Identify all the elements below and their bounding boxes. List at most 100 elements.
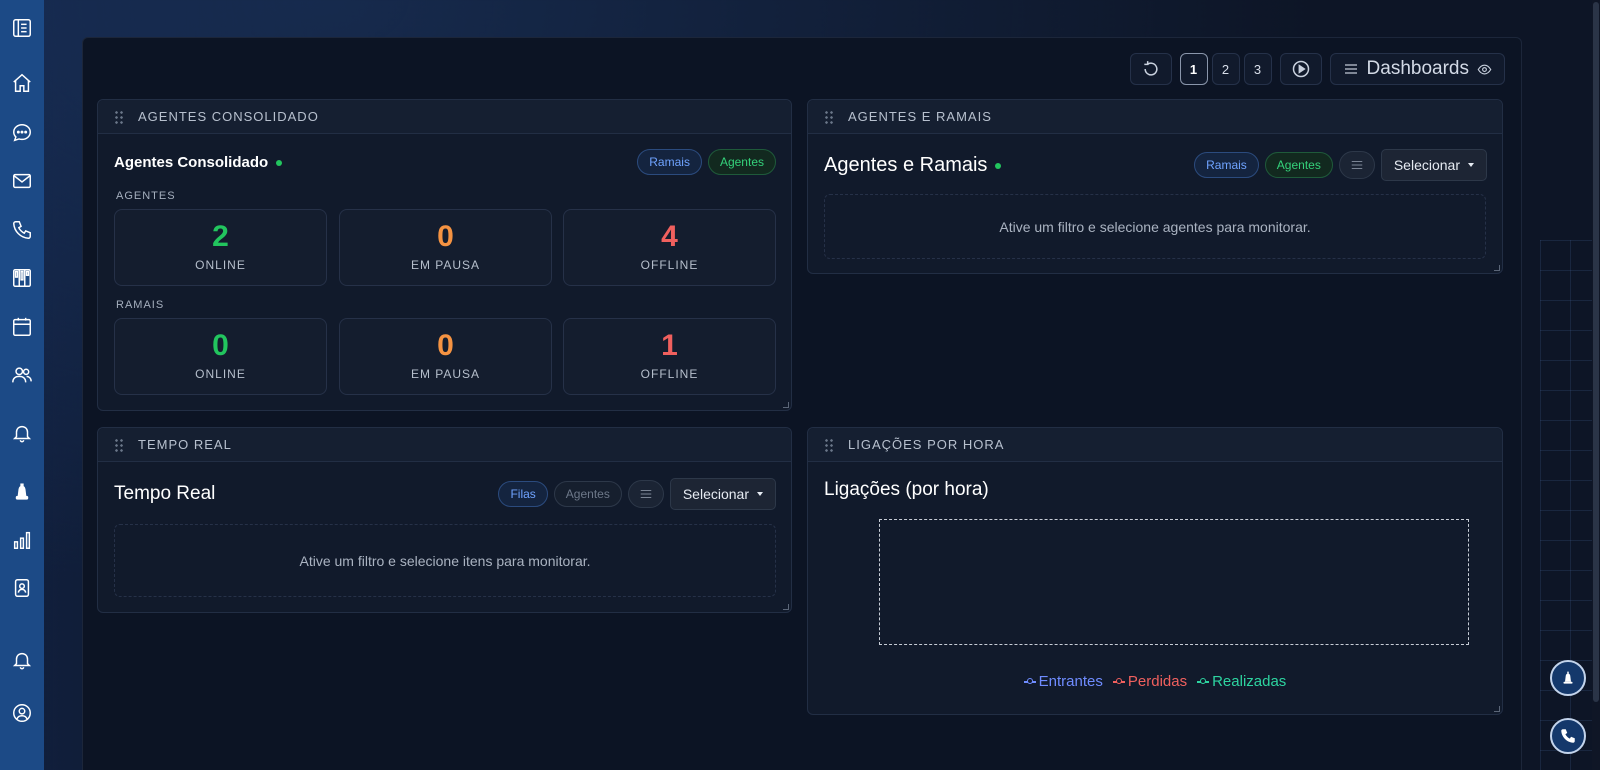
stat-card-ramais-pausa: 0 EM PAUSA — [339, 318, 552, 395]
widget-header-title: TEMPO REAL — [138, 437, 232, 452]
sidebar-item-users[interactable] — [0, 358, 44, 392]
sidebar-item-phone[interactable] — [0, 213, 44, 247]
stat-label: EM PAUSA — [410, 367, 481, 381]
scrollbar-thumb[interactable] — [1593, 2, 1599, 702]
chart-legend: Entrantes Perdidas Realizadas — [808, 673, 1502, 690]
sidebar-item-chat[interactable] — [0, 116, 44, 150]
widget-title: Tempo Real — [114, 483, 215, 505]
select-dropdown[interactable]: Selecionar — [669, 478, 776, 510]
stat-card-agentes-online: 2 ONLINE — [114, 209, 327, 286]
drag-handle-icon[interactable] — [114, 437, 124, 452]
eye-icon — [1477, 64, 1492, 74]
kanban-icon — [13, 269, 31, 287]
legend-label: Realizadas — [1212, 673, 1287, 690]
sidebar-item-notifications[interactable] — [0, 643, 44, 677]
sidebar-item-home[interactable] — [0, 66, 44, 100]
sidebar-item-contacts[interactable] — [0, 571, 44, 605]
sidebar-item-calendar[interactable] — [0, 310, 44, 344]
caret-down-icon — [757, 492, 763, 496]
empty-state: Ative um filtro e selecione itens para m… — [114, 524, 776, 597]
widget-tempo-real: TEMPO REAL Tempo Real Filas Agentes Sele… — [97, 427, 792, 613]
stat-card-ramais-online: 0 ONLINE — [114, 318, 327, 395]
legend-marker-icon — [1197, 677, 1210, 686]
widget-title-text: Agentes Consolidado — [114, 154, 269, 171]
empty-state: Ative um filtro e selecione agentes para… — [824, 194, 1486, 259]
dashboard-main: 1 2 3 Dashboards AGENTES CONSOLIDADO Age… — [82, 37, 1522, 770]
agentes-pill[interactable]: Agentes — [553, 481, 622, 507]
empty-state-message: Ative um filtro e selecione agentes para… — [999, 218, 1311, 235]
page-3-button[interactable]: 3 — [1243, 53, 1272, 85]
chat-icon — [13, 124, 31, 142]
stat-card-agentes-offline: 4 OFFLINE — [563, 209, 776, 286]
page-1-button[interactable]: 1 — [1179, 53, 1208, 85]
dashboards-button[interactable]: Dashboards — [1329, 53, 1505, 85]
select-dropdown[interactable]: Selecionar — [1380, 149, 1487, 181]
stat-label: ONLINE — [195, 258, 246, 272]
widget-header-title: AGENTES E RAMAIS — [848, 109, 992, 124]
menu-lines-icon — [1344, 64, 1357, 74]
menu-lines-icon — [1351, 161, 1363, 169]
resize-handle[interactable] — [783, 402, 789, 408]
widget-agentes-ramais: AGENTES E RAMAIS Agentes e Ramais Ramais… — [807, 99, 1503, 274]
stat-label: OFFLINE — [640, 367, 699, 381]
ramais-pill[interactable]: Ramais — [1194, 152, 1259, 178]
legend-label: Perdidas — [1127, 673, 1188, 690]
phone-fab[interactable] — [1550, 718, 1586, 754]
contact-card-icon — [14, 579, 30, 597]
agentes-pill[interactable]: Agentes — [707, 149, 776, 175]
play-button[interactable] — [1279, 53, 1322, 85]
sidebar-item-profile[interactable] — [0, 696, 44, 730]
sidebar-item-alerts[interactable] — [0, 416, 44, 450]
drag-handle-icon[interactable] — [824, 109, 834, 124]
legend-marker-icon — [1023, 677, 1036, 686]
agentes-pill[interactable]: Agentes — [1264, 152, 1333, 178]
sidebar-item-mail[interactable] — [0, 164, 44, 198]
select-label: Selecionar — [1393, 157, 1460, 173]
legend-item-realizadas[interactable]: Realizadas — [1197, 673, 1286, 690]
legend-item-entrantes[interactable]: Entrantes — [1023, 673, 1103, 690]
legend-item-perdidas[interactable]: Perdidas — [1112, 673, 1188, 690]
filter-pills: Ramais Agentes Selecionar — [1194, 149, 1487, 181]
list-options-button[interactable] — [1338, 151, 1375, 179]
filter-pills: Ramais Agentes — [637, 149, 776, 175]
users-icon — [12, 367, 32, 383]
list-options-button[interactable] — [627, 480, 664, 508]
mail-icon — [13, 173, 31, 189]
resize-handle[interactable] — [1494, 706, 1500, 712]
page-2-button[interactable]: 2 — [1211, 53, 1240, 85]
drag-handle-icon[interactable] — [114, 109, 124, 124]
stat-label: OFFLINE — [640, 258, 699, 272]
ramais-pill[interactable]: Ramais — [637, 149, 702, 175]
phone-icon — [1561, 729, 1575, 743]
bar-chart-icon — [13, 531, 31, 549]
widget-title: Agentes Consolidado — [114, 154, 283, 171]
filas-pill[interactable]: Filas — [498, 481, 548, 507]
widget-title: Ligações (por hora) — [824, 479, 989, 501]
stat-value: 2 — [212, 220, 229, 253]
sidebar-toggle[interactable] — [0, 11, 44, 45]
dashboard-toolbar: 1 2 3 Dashboards — [1126, 53, 1505, 85]
stat-card-ramais-offline: 1 OFFLINE — [563, 318, 776, 395]
stat-value: 0 — [437, 220, 454, 253]
widget-ligacoes-por-hora: LIGAÇÕES POR HORA Ligações (por hora) En… — [807, 427, 1503, 715]
resize-handle[interactable] — [783, 604, 789, 610]
sidebar-item-bell-solid[interactable] — [0, 475, 44, 509]
widget-header: TEMPO REAL — [98, 428, 791, 462]
section-label-agentes: AGENTES — [116, 190, 176, 202]
stat-value: 0 — [212, 329, 229, 362]
stat-card-agentes-pausa: 0 EM PAUSA — [339, 209, 552, 286]
refresh-button[interactable] — [1129, 53, 1172, 85]
scrollbar[interactable] — [1592, 0, 1600, 770]
notifications-icon — [12, 652, 32, 670]
select-label: Selecionar — [682, 486, 749, 502]
resize-handle[interactable] — [1494, 265, 1500, 271]
stat-label: EM PAUSA — [410, 258, 481, 272]
sidebar-item-reports[interactable] — [0, 523, 44, 557]
alert-fab[interactable] — [1550, 660, 1586, 696]
status-dot — [995, 162, 1002, 169]
sidebar-item-kanban[interactable] — [0, 261, 44, 295]
legend-label: Entrantes — [1038, 673, 1103, 690]
legend-marker-icon — [1112, 677, 1125, 686]
drag-handle-icon[interactable] — [824, 437, 834, 452]
chart-title: Ligações (por hora) — [824, 479, 989, 500]
